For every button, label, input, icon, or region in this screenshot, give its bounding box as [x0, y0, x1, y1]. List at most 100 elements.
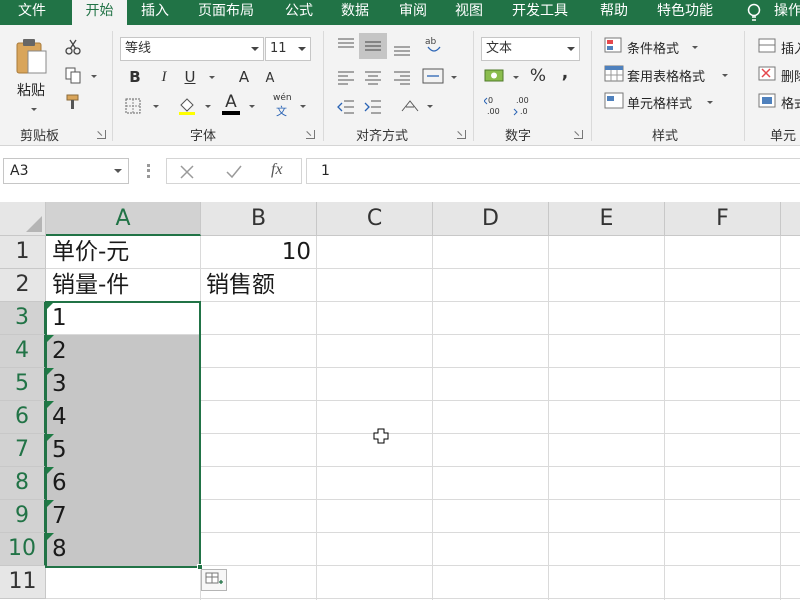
tab-data[interactable]: 数据	[341, 0, 369, 25]
row-header-8[interactable]: 8	[0, 467, 46, 500]
tab-file[interactable]: 文件	[18, 0, 46, 25]
name-box[interactable]: A3	[3, 158, 129, 184]
merge-dropdown-icon[interactable]	[451, 76, 457, 79]
conditional-formatting-dropdown-icon[interactable]	[692, 46, 698, 49]
tab-view[interactable]: 视图	[455, 0, 483, 25]
font-color-dropdown-icon[interactable]	[249, 105, 255, 108]
format-cells-button[interactable]: 格式	[781, 93, 800, 112]
align-left-icon[interactable]	[337, 69, 355, 85]
align-middle-icon[interactable]	[364, 38, 382, 54]
select-all-button[interactable]	[0, 202, 46, 236]
delete-cells-icon[interactable]	[758, 65, 778, 83]
format-cells-icon[interactable]	[758, 92, 778, 110]
formula-bar-splitter[interactable]	[147, 164, 150, 178]
conditional-formatting-icon[interactable]	[604, 37, 624, 55]
accounting-format-icon[interactable]	[484, 67, 506, 85]
cell-styles-icon[interactable]	[604, 92, 624, 110]
row-header-11[interactable]: 11	[0, 566, 46, 599]
name-box-dropdown-icon[interactable]	[114, 169, 122, 173]
row-header-1[interactable]: 1	[0, 236, 46, 269]
merge-center-icon[interactable]	[422, 67, 444, 85]
insert-cells-icon[interactable]	[758, 37, 778, 55]
font-name-select[interactable]: 等线	[120, 37, 264, 61]
row-header-10[interactable]: 10	[0, 533, 46, 566]
format-as-table-icon[interactable]	[604, 65, 624, 83]
column-header-f[interactable]: F	[665, 202, 781, 236]
underline-button[interactable]: U	[181, 67, 199, 87]
align-center-icon[interactable]	[364, 69, 382, 85]
cell-a1[interactable]: 单价-元	[47, 236, 200, 269]
column-header-g[interactable]	[781, 202, 800, 236]
percent-style-button[interactable]: %	[528, 66, 548, 86]
shrink-font-button[interactable]: A	[262, 69, 278, 89]
cell-b2[interactable]: 销售额	[201, 269, 316, 302]
decrease-indent-icon[interactable]	[337, 99, 355, 115]
tab-home[interactable]: 开始	[72, 0, 127, 25]
tab-review[interactable]: 审阅	[399, 0, 427, 25]
row-header-7[interactable]: 7	[0, 434, 46, 467]
font-color-button[interactable]: A	[222, 92, 240, 112]
formula-input[interactable]: 1	[306, 158, 800, 184]
enter-check-icon[interactable]	[225, 164, 243, 180]
insert-cells-button[interactable]: 插入	[781, 38, 800, 57]
row-header-2[interactable]: 2	[0, 269, 46, 302]
column-header-c[interactable]: C	[317, 202, 433, 236]
phonetic-label[interactable]: wén	[273, 93, 292, 103]
row-header-3[interactable]: 3	[0, 302, 46, 335]
tab-developer[interactable]: 开发工具	[512, 0, 568, 25]
tab-page-layout[interactable]: 页面布局	[198, 0, 254, 25]
decrease-decimal-icon[interactable]: .00 .0	[512, 95, 536, 117]
fill-color-dropdown-icon[interactable]	[205, 105, 211, 108]
align-bottom-icon[interactable]	[393, 41, 411, 57]
conditional-formatting-button[interactable]: 条件格式	[627, 38, 679, 57]
quick-analysis-button[interactable]	[201, 569, 227, 591]
comma-style-button[interactable]: ,	[558, 63, 572, 83]
underline-dropdown-icon[interactable]	[209, 76, 215, 79]
wrap-dropdown-icon[interactable]	[427, 105, 433, 108]
cut-icon[interactable]	[64, 38, 82, 56]
paste-dropdown-icon[interactable]	[31, 108, 37, 111]
bold-button[interactable]: B	[126, 67, 144, 87]
accounting-dropdown-icon[interactable]	[513, 76, 519, 79]
alignment-launcher-icon[interactable]	[457, 130, 466, 139]
cell-styles-dropdown-icon[interactable]	[707, 101, 713, 104]
borders-icon[interactable]	[124, 97, 142, 115]
italic-button[interactable]: I	[155, 67, 173, 87]
row-header-4[interactable]: 4	[0, 335, 46, 368]
row-header-9[interactable]: 9	[0, 500, 46, 533]
row-header-5[interactable]: 5	[0, 368, 46, 401]
font-launcher-icon[interactable]	[306, 130, 315, 139]
fill-color-icon[interactable]	[177, 95, 197, 115]
tab-formulas[interactable]: 公式	[285, 0, 313, 25]
row-header-6[interactable]: 6	[0, 401, 46, 434]
format-as-table-dropdown-icon[interactable]	[722, 74, 728, 77]
paste-button[interactable]: 粘贴	[17, 80, 45, 100]
align-right-icon[interactable]	[393, 69, 411, 85]
format-painter-icon[interactable]	[64, 93, 82, 111]
phonetic-dropdown-icon[interactable]	[300, 105, 306, 108]
tell-me-search[interactable]: 操作	[774, 0, 800, 25]
align-top-icon[interactable]	[337, 37, 355, 53]
column-header-a[interactable]: A	[46, 202, 201, 236]
phonetic-char[interactable]: 文	[276, 103, 287, 119]
grow-font-button[interactable]: A	[235, 67, 253, 87]
increase-indent-icon[interactable]	[364, 99, 382, 115]
borders-dropdown-icon[interactable]	[153, 105, 159, 108]
format-as-table-button[interactable]: 套用表格格式	[627, 66, 705, 85]
column-header-d[interactable]: D	[433, 202, 549, 236]
number-format-select[interactable]: 文本	[481, 37, 580, 61]
number-launcher-icon[interactable]	[574, 130, 583, 139]
column-header-b[interactable]: B	[201, 202, 317, 236]
wrap-text-icon[interactable]	[400, 97, 420, 115]
delete-cells-button[interactable]: 删除	[781, 66, 800, 85]
increase-decimal-icon[interactable]: 0 .00	[484, 95, 508, 117]
tab-help[interactable]: 帮助	[600, 0, 628, 25]
clipboard-launcher-icon[interactable]	[97, 130, 106, 139]
copy-dropdown-icon[interactable]	[91, 75, 97, 78]
cell-styles-button[interactable]: 单元格样式	[627, 93, 692, 112]
font-size-select[interactable]: 11	[265, 37, 311, 61]
cancel-icon[interactable]	[179, 164, 195, 180]
tab-special-features[interactable]: 特色功能	[657, 0, 713, 25]
orientation-icon[interactable]: ab	[424, 35, 444, 57]
copy-icon[interactable]	[64, 66, 82, 84]
